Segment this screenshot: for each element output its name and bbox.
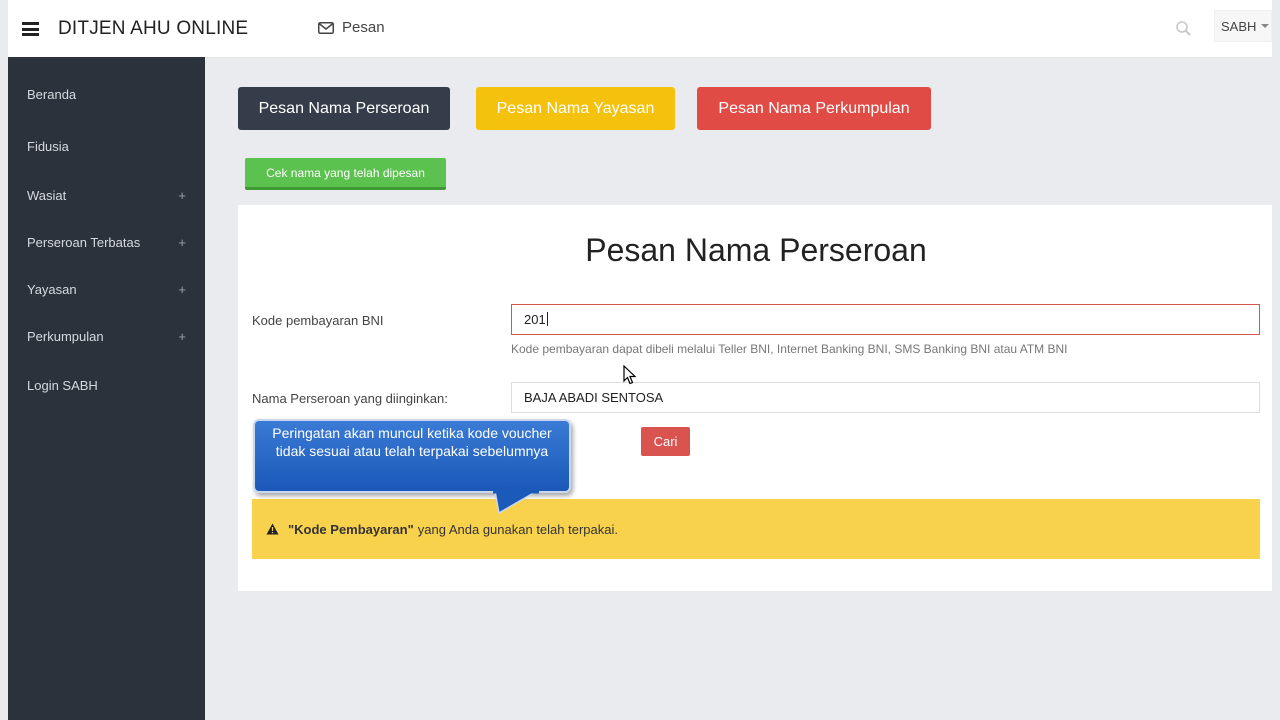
sidebar-item-label: Perseroan Terbatas <box>27 235 141 250</box>
sidebar-item-label: Beranda <box>27 87 77 102</box>
pesan-nama-perseroan-button[interactable]: Pesan Nama Perseroan <box>238 87 450 130</box>
bni-code-input[interactable]: 201 <box>511 304 1260 335</box>
plus-icon: + <box>178 188 186 203</box>
plus-icon: + <box>178 235 186 250</box>
sidebar-item-login-sabh[interactable]: Login SABH <box>27 378 197 393</box>
alert-bold-text: "Kode Pembayaran" <box>288 521 414 537</box>
sidebar-item-fidusia[interactable]: Fidusia <box>27 139 197 154</box>
envelope-icon <box>318 21 334 34</box>
sidebar-item-wasiat[interactable]: Wasiat + <box>27 188 197 203</box>
caret-down-icon <box>1261 24 1270 28</box>
top-navbar: DITJEN AHU ONLINE Pesan SABH <box>8 0 1272 58</box>
annotation-callout: Peringatan akan muncul ketika kode vouch… <box>253 419 571 493</box>
sidebar-item-yayasan[interactable]: Yayasan + <box>27 282 197 297</box>
user-dropdown[interactable]: SABH <box>1214 10 1272 42</box>
page-title: Pesan Nama Perseroan <box>585 232 927 268</box>
cari-button[interactable]: Cari <box>641 427 690 456</box>
bni-code-value: 201 <box>524 312 546 327</box>
bni-code-label: Kode pembayaran BNI <box>252 313 384 328</box>
user-name: SABH <box>1221 18 1257 34</box>
alert-message: yang Anda gunakan telah terpakai. <box>417 521 618 537</box>
text-cursor <box>546 312 548 326</box>
sidebar-item-label: Wasiat <box>27 188 67 203</box>
pesan-nama-yayasan-button[interactable]: Pesan Nama Yayasan <box>476 87 675 130</box>
message-link[interactable]: Pesan <box>318 19 385 36</box>
warning-alert: "Kode Pembayaran" yang Anda gunakan tela… <box>252 499 1260 559</box>
plus-icon: + <box>178 329 186 344</box>
sidebar-item-label: Fidusia <box>27 139 69 154</box>
cek-nama-dipesan-button[interactable]: Cek nama yang telah dipesan <box>245 158 446 190</box>
brand-title[interactable]: DITJEN AHU ONLINE <box>58 18 248 40</box>
hamburger-icon[interactable] <box>22 22 39 36</box>
mouse-pointer-icon <box>623 365 637 385</box>
sidebar-item-label: Login SABH <box>27 378 98 393</box>
sidebar-item-beranda[interactable]: Beranda <box>27 87 197 102</box>
sidebar-item-label: Perkumpulan <box>27 329 104 344</box>
sidebar-item-perseroan-terbatas[interactable]: Perseroan Terbatas + <box>27 235 197 250</box>
sidebar: Beranda Fidusia Wasiat + Perseroan Terba… <box>8 57 205 720</box>
company-name-label: Nama Perseroan yang diinginkan: <box>252 391 448 406</box>
company-name-input[interactable]: BAJA ABADI SENTOSA <box>511 382 1260 413</box>
warning-triangle-icon <box>266 523 279 535</box>
search-icon[interactable] <box>1175 20 1192 37</box>
callout-pointer <box>493 491 539 515</box>
company-name-value: BAJA ABADI SENTOSA <box>524 390 664 405</box>
sidebar-item-perkumpulan[interactable]: Perkumpulan + <box>27 329 197 344</box>
sidebar-item-label: Yayasan <box>27 282 77 297</box>
plus-icon: + <box>178 282 186 297</box>
message-link-label: Pesan <box>342 19 385 36</box>
pesan-nama-perkumpulan-button[interactable]: Pesan Nama Perkumpulan <box>697 87 931 130</box>
bni-code-help: Kode pembayaran dapat dibeli melalui Tel… <box>511 342 1068 356</box>
